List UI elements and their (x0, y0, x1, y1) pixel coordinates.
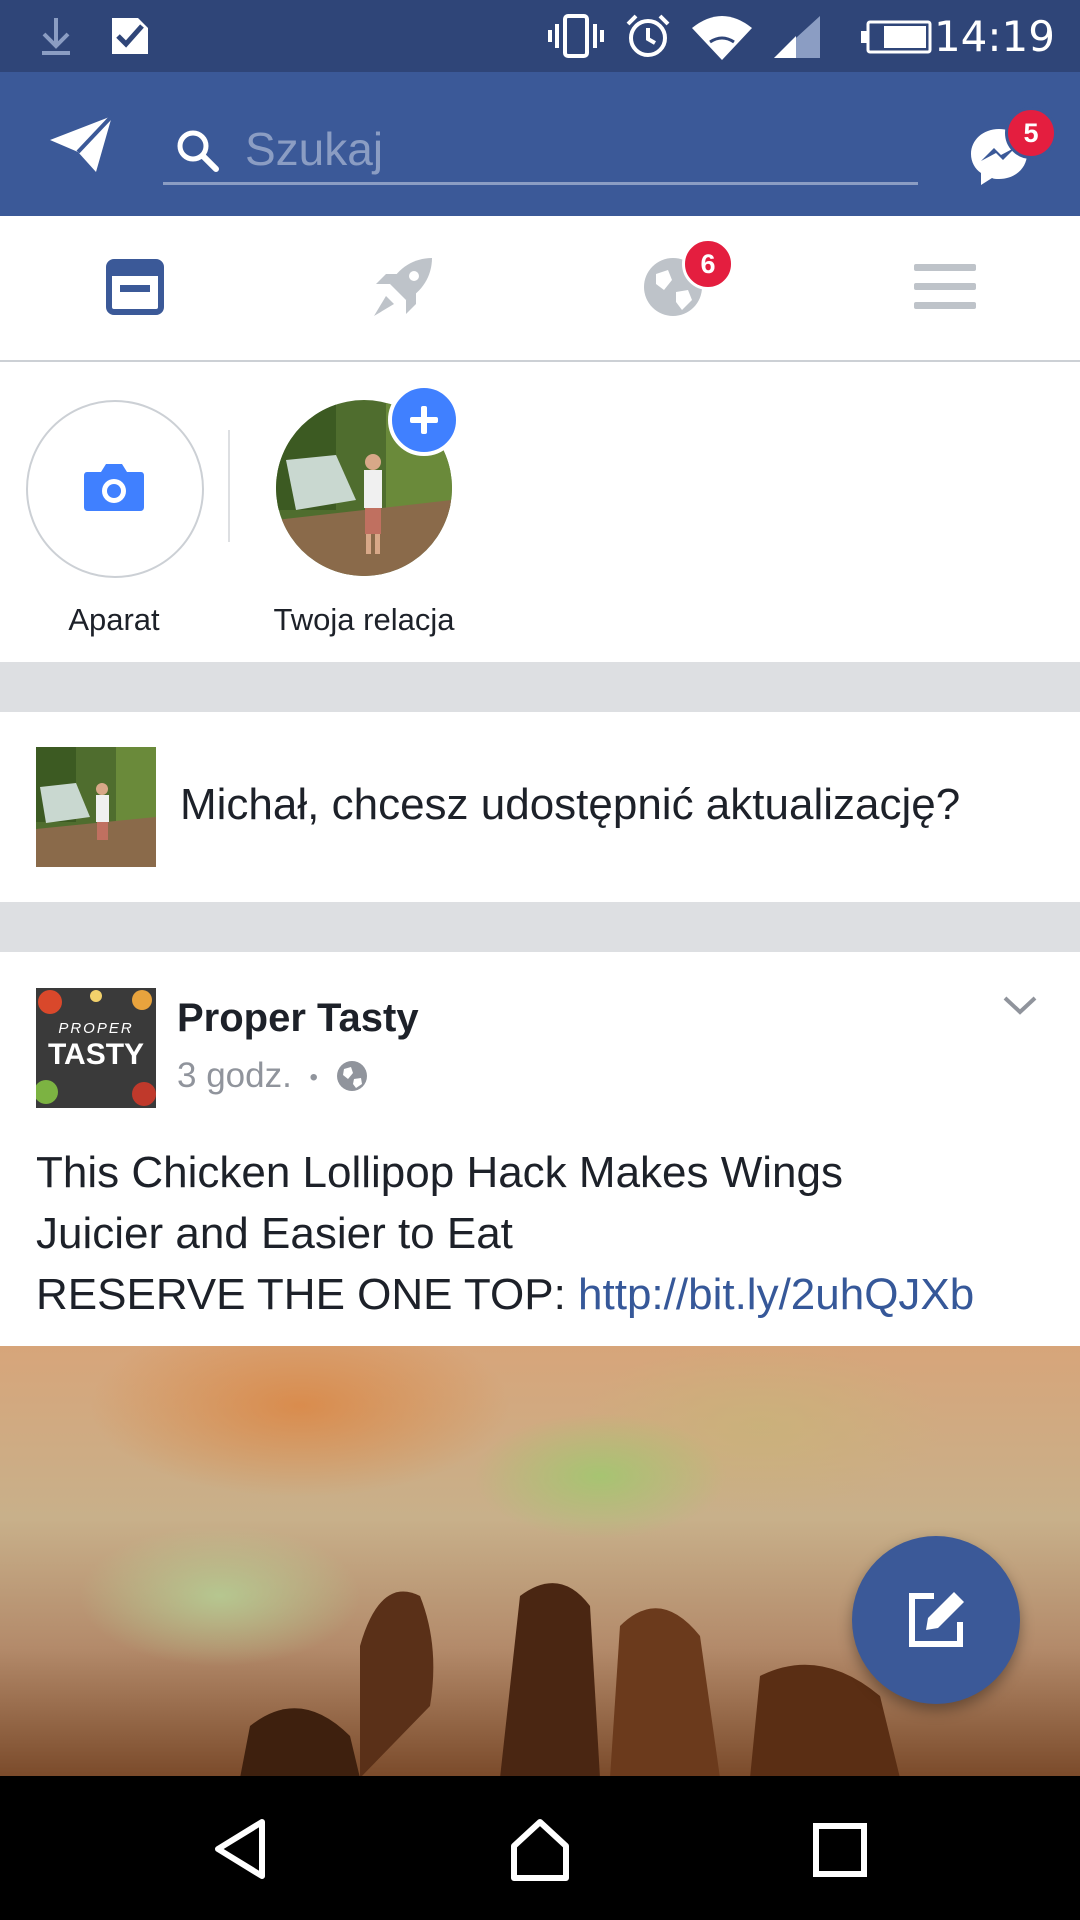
stories-divider (228, 430, 230, 542)
back-icon[interactable] (212, 1818, 268, 1880)
news-feed-icon (106, 259, 164, 315)
post-link[interactable]: http://bit.ly/2uhQJXb (578, 1270, 974, 1319)
menu-icon (914, 264, 976, 309)
signal-icon (774, 16, 820, 58)
stories-tray: Aparat Twoja relacja (0, 362, 1080, 662)
post-text-line: Juicier and Easier to Eat (36, 1209, 513, 1258)
post-text: This Chicken Lollipop Hack Makes Wings J… (36, 1142, 1056, 1325)
logo-text-top: PROPER (58, 1020, 134, 1037)
composer-prompt: Michał, chcesz udostępnić aktualizację? (180, 780, 961, 829)
search-placeholder: Szukaj (245, 123, 384, 175)
post-text-line: RESERVE THE ONE TOP: http://bit.ly/2uhQJ… (36, 1264, 1056, 1325)
check-app-icon (112, 18, 148, 54)
post-text-prefix: RESERVE THE ONE TOP: (36, 1270, 579, 1319)
tab-menu[interactable] (810, 216, 1080, 360)
messenger-button[interactable]: 5 (962, 107, 1057, 192)
public-globe-icon (336, 1061, 367, 1091)
tab-bar: 6 (0, 216, 1080, 362)
post-text-line: This Chicken Lollipop Hack Makes Wings (36, 1148, 843, 1197)
send-icon[interactable] (48, 114, 114, 174)
status-time: 14:19 (933, 12, 1055, 61)
wifi-icon (692, 16, 752, 60)
add-story-button[interactable] (388, 384, 460, 456)
tab-news-feed[interactable] (0, 216, 270, 360)
status-composer[interactable]: Michał, chcesz udostępnić aktualizację? (0, 712, 1080, 902)
your-story-label: Twoja relacja (273, 602, 455, 637)
home-icon[interactable] (508, 1818, 572, 1882)
battery-icon (861, 20, 932, 54)
camera-icon (84, 464, 144, 511)
app-bar: Szukaj 5 (0, 72, 1080, 216)
navigation-bar (0, 1776, 1080, 1920)
notifications-badge: 6 (682, 238, 734, 290)
user-avatar (36, 747, 156, 867)
edit-icon (909, 1592, 964, 1647)
tab-explore[interactable] (270, 216, 540, 360)
status-bar: 14:19 (0, 0, 1080, 72)
recents-icon[interactable] (812, 1822, 868, 1878)
messenger-badge: 5 (1005, 107, 1057, 159)
camera-story[interactable] (26, 400, 204, 578)
alarm-icon (626, 14, 670, 57)
chevron-down-icon[interactable] (1002, 994, 1038, 1018)
post-time[interactable]: 3 godz. (177, 1056, 292, 1095)
search-icon (177, 130, 219, 172)
meta-separator: • (309, 1063, 318, 1091)
post-meta: 3 godz. • (177, 1056, 368, 1096)
search-input[interactable]: Szukaj (163, 112, 918, 185)
post-author[interactable]: Proper Tasty (177, 996, 419, 1041)
plus-icon (410, 406, 438, 434)
compose-post-button[interactable] (852, 1536, 1020, 1704)
download-icon (42, 18, 70, 55)
tab-notifications[interactable]: 6 (540, 216, 810, 360)
logo-text-bottom: TASTY (47, 1038, 145, 1071)
vibrate-icon (548, 14, 604, 58)
camera-story-label: Aparat (68, 602, 160, 637)
page-avatar[interactable]: PROPER TASTY (36, 988, 156, 1108)
rocket-icon (374, 258, 432, 316)
